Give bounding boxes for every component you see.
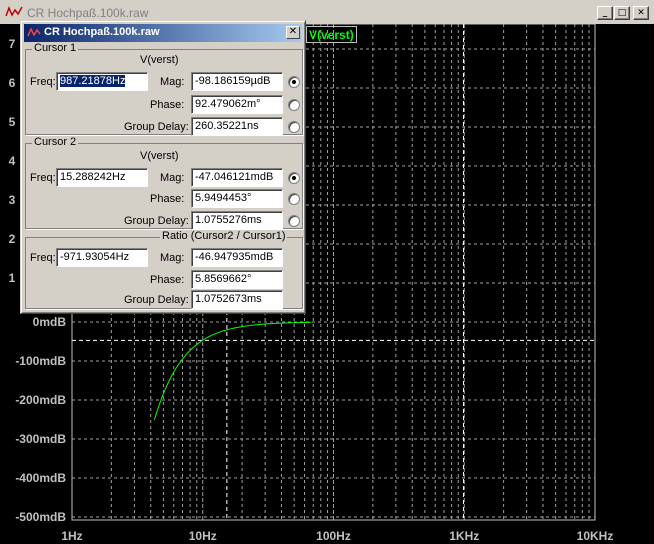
x-tick-label: 1Hz xyxy=(61,529,82,543)
cursor2-trace: V(verst) xyxy=(140,150,179,162)
y-tick-label: -500mdB xyxy=(15,510,66,524)
cursor2-phase-radio[interactable] xyxy=(288,193,300,205)
phase-tick-label: 1 xyxy=(9,271,16,285)
phase-tick-label: 7 xyxy=(9,37,16,51)
cursor1-freq-label: Freq: xyxy=(30,76,56,88)
ratio-phase-field[interactable]: 5.8569662° xyxy=(191,270,283,289)
ratio-freq-label: Freq: xyxy=(30,252,56,264)
cursor2-gd-radio[interactable] xyxy=(288,215,300,227)
maximize-button[interactable]: □ xyxy=(614,6,630,20)
trace-v-verst xyxy=(153,321,312,420)
window-title: CR Hochpaß.100k.raw xyxy=(27,6,149,20)
cursor2-phase-label: Phase: xyxy=(150,193,185,205)
cursor1-freq-field[interactable]: 987.21878Hz xyxy=(56,72,148,91)
cursor2-mag-label: Mag: xyxy=(160,172,185,184)
ratio-freq-field[interactable]: -971.93054Hz xyxy=(56,248,148,267)
cursor-dialog: CR Hochpaß.100k.raw ✕ Cursor 1 V(verst) … xyxy=(20,20,306,314)
cursor2-gd-field[interactable]: 1.0755276ms xyxy=(191,211,283,230)
minimize-button[interactable]: _ xyxy=(597,6,613,20)
cursor1-phase-radio[interactable] xyxy=(288,99,300,111)
ratio-label: Ratio (Cursor2 / Cursor1) xyxy=(160,230,288,242)
dialog-titlebar[interactable]: CR Hochpaß.100k.raw ✕ xyxy=(24,24,302,42)
phase-tick-label: 5 xyxy=(9,115,16,129)
cursor1-gd-label: Group Delay: xyxy=(124,121,189,133)
cursor2-mag-field[interactable]: -47.046121mdB xyxy=(191,168,283,187)
cursor2-freq-label: Freq: xyxy=(30,172,56,184)
cursor2-group: Cursor 2 V(verst) Freq: 15.288242Hz Mag:… xyxy=(25,136,303,230)
waveform-icon xyxy=(27,27,41,37)
cursor1-mag-radio[interactable] xyxy=(288,76,300,88)
waveform-icon xyxy=(5,4,23,20)
cursor1-phase-field[interactable]: 92.479062m° xyxy=(191,95,283,114)
cursor1-gd-field[interactable]: 260.35221ns xyxy=(191,117,283,136)
cursor2-phase-field[interactable]: 5.9494453° xyxy=(191,189,283,208)
ratio-mag-label: Mag: xyxy=(160,252,185,264)
cursor1-label: Cursor 1 xyxy=(32,42,79,54)
y-tick-label: 0mdB xyxy=(33,315,67,329)
ratio-gd-field[interactable]: 1.0752673ms xyxy=(191,290,283,309)
phase-tick-label: 4 xyxy=(9,154,16,168)
ratio-gd-label: Group Delay: xyxy=(124,294,189,306)
y-tick-label: -200mdB xyxy=(15,393,66,407)
ratio-group: Ratio (Cursor2 / Cursor1) Freq: -971.930… xyxy=(25,230,303,309)
y-tick-label: -400mdB xyxy=(15,471,66,485)
ratio-phase-label: Phase: xyxy=(150,274,185,286)
phase-tick-label: 2 xyxy=(9,232,16,246)
cursor2-label: Cursor 2 xyxy=(32,136,79,148)
ratio-mag-field[interactable]: -46.947935mdB xyxy=(191,248,283,267)
cursor1-gd-radio[interactable] xyxy=(288,121,300,133)
x-tick-label: 10Hz xyxy=(189,529,217,543)
cursor2-mag-radio[interactable] xyxy=(288,172,300,184)
cursor2-freq-field[interactable]: 15.288242Hz xyxy=(56,168,148,187)
cursor1-group: Cursor 1 V(verst) Freq: 987.21878Hz Mag:… xyxy=(25,42,303,136)
cursor1-phase-label: Phase: xyxy=(150,99,185,111)
trace-label[interactable]: V(verst) xyxy=(306,26,357,43)
dialog-close-button[interactable]: ✕ xyxy=(286,26,300,39)
dialog-title: CR Hochpaß.100k.raw xyxy=(44,26,160,38)
cursor2-gd-label: Group Delay: xyxy=(124,215,189,227)
x-tick-label: 1KHz xyxy=(449,529,479,543)
phase-tick-label: 6 xyxy=(9,76,16,90)
cursor1-mag-label: Mag: xyxy=(160,76,185,88)
phase-tick-label: 3 xyxy=(9,193,16,207)
y-tick-label: -100mdB xyxy=(15,354,66,368)
x-tick-label: 100Hz xyxy=(316,529,351,543)
y-tick-label: -300mdB xyxy=(15,432,66,446)
x-tick-label: 10KHz xyxy=(577,529,614,543)
close-button[interactable]: ✕ xyxy=(633,6,649,20)
cursor1-mag-field[interactable]: -98.186159µdB xyxy=(191,72,283,91)
cursor1-trace: V(verst) xyxy=(140,54,179,66)
